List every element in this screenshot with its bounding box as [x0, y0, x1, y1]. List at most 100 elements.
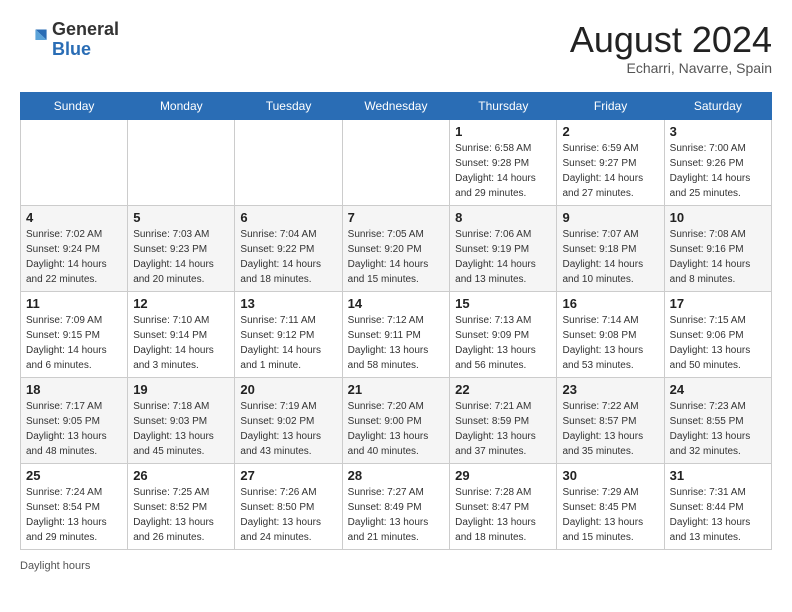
calendar-cell: 9 Sunrise: 7:07 AMSunset: 9:18 PMDaylight…: [557, 205, 664, 291]
day-info: Sunrise: 7:25 AMSunset: 8:52 PMDaylight:…: [133, 485, 229, 545]
day-number: 11: [26, 296, 122, 311]
calendar-cell: [21, 119, 128, 205]
day-number: 22: [455, 382, 551, 397]
calendar-week-row: 11 Sunrise: 7:09 AMSunset: 9:15 PMDayligh…: [21, 291, 772, 377]
day-info: Sunrise: 7:11 AMSunset: 9:12 PMDaylight:…: [240, 313, 336, 373]
day-of-week-header: Monday: [128, 92, 235, 119]
day-number: 8: [455, 210, 551, 225]
day-info: Sunrise: 7:12 AMSunset: 9:11 PMDaylight:…: [348, 313, 445, 373]
calendar-cell: 1 Sunrise: 6:58 AMSunset: 9:28 PMDaylight…: [450, 119, 557, 205]
day-info: Sunrise: 7:00 AMSunset: 9:26 PMDaylight:…: [670, 141, 766, 201]
day-number: 30: [562, 468, 658, 483]
day-number: 21: [348, 382, 445, 397]
calendar-week-row: 25 Sunrise: 7:24 AMSunset: 8:54 PMDayligh…: [21, 463, 772, 549]
day-number: 23: [562, 382, 658, 397]
day-number: 15: [455, 296, 551, 311]
calendar-cell: 23 Sunrise: 7:22 AMSunset: 8:57 PMDayligh…: [557, 377, 664, 463]
day-info: Sunrise: 7:22 AMSunset: 8:57 PMDaylight:…: [562, 399, 658, 459]
day-number: 26: [133, 468, 229, 483]
day-info: Sunrise: 6:59 AMSunset: 9:27 PMDaylight:…: [562, 141, 658, 201]
day-number: 6: [240, 210, 336, 225]
calendar-cell: 8Sunrise: 7:06 AMSunset: 9:19 PMDaylight…: [450, 205, 557, 291]
day-number: 2: [562, 124, 658, 139]
calendar-cell: 29 Sunrise: 7:28 AMSunset: 8:47 PMDayligh…: [450, 463, 557, 549]
day-number: 25: [26, 468, 122, 483]
calendar-cell: 2 Sunrise: 6:59 AMSunset: 9:27 PMDaylight…: [557, 119, 664, 205]
day-number: 19: [133, 382, 229, 397]
day-number: 18: [26, 382, 122, 397]
day-info: Sunrise: 7:28 AMSunset: 8:47 PMDaylight:…: [455, 485, 551, 545]
day-number: 31: [670, 468, 766, 483]
day-info: Sunrise: 7:09 AMSunset: 9:15 PMDaylight:…: [26, 313, 122, 373]
day-info: Sunrise: 7:31 AMSunset: 8:44 PMDaylight:…: [670, 485, 766, 545]
calendar-cell: 16Sunrise: 7:14 AMSunset: 9:08 PMDayligh…: [557, 291, 664, 377]
calendar-cell: 11 Sunrise: 7:09 AMSunset: 9:15 PMDayligh…: [21, 291, 128, 377]
day-number: 5: [133, 210, 229, 225]
day-info: Sunrise: 7:10 AMSunset: 9:14 PMDaylight:…: [133, 313, 229, 373]
day-number: 14: [348, 296, 445, 311]
calendar-cell: 31 Sunrise: 7:31 AMSunset: 8:44 PMDayligh…: [664, 463, 771, 549]
day-number: 4: [26, 210, 122, 225]
day-info: Sunrise: 7:04 AMSunset: 9:22 PMDaylight:…: [240, 227, 336, 287]
day-info: Sunrise: 7:13 AMSunset: 9:09 PMDaylight:…: [455, 313, 551, 373]
day-of-week-header: Thursday: [450, 92, 557, 119]
day-info: Sunrise: 7:17 AMSunset: 9:05 PMDaylight:…: [26, 399, 122, 459]
day-number: 10: [670, 210, 766, 225]
calendar-cell: 13Sunrise: 7:11 AMSunset: 9:12 PMDayligh…: [235, 291, 342, 377]
day-info: Sunrise: 7:15 AMSunset: 9:06 PMDaylight:…: [670, 313, 766, 373]
calendar-cell: 7Sunrise: 7:05 AMSunset: 9:20 PMDaylight…: [342, 205, 450, 291]
day-info: Sunrise: 7:27 AMSunset: 8:49 PMDaylight:…: [348, 485, 445, 545]
location-subtitle: Echarri, Navarre, Spain: [570, 60, 772, 76]
calendar-cell: 25 Sunrise: 7:24 AMSunset: 8:54 PMDayligh…: [21, 463, 128, 549]
day-number: 27: [240, 468, 336, 483]
day-info: Sunrise: 6:58 AMSunset: 9:28 PMDaylight:…: [455, 141, 551, 201]
calendar-body: 1 Sunrise: 6:58 AMSunset: 9:28 PMDaylight…: [21, 119, 772, 549]
day-info: Sunrise: 7:07 AMSunset: 9:18 PMDaylight:…: [562, 227, 658, 287]
page-header: General Blue August 2024 Echarri, Navarr…: [20, 20, 772, 76]
day-number: 28: [348, 468, 445, 483]
calendar-cell: 4 Sunrise: 7:02 AMSunset: 9:24 PMDaylight…: [21, 205, 128, 291]
day-number: 24: [670, 382, 766, 397]
calendar-cell: 3Sunrise: 7:00 AMSunset: 9:26 PMDaylight…: [664, 119, 771, 205]
calendar-cell: 18 Sunrise: 7:17 AMSunset: 9:05 PMDayligh…: [21, 377, 128, 463]
footer: Daylight hours: [20, 560, 772, 572]
day-of-week-header: Saturday: [664, 92, 771, 119]
day-info: Sunrise: 7:05 AMSunset: 9:20 PMDaylight:…: [348, 227, 445, 287]
calendar-cell: 28 Sunrise: 7:27 AMSunset: 8:49 PMDayligh…: [342, 463, 450, 549]
logo-icon: [20, 26, 48, 54]
calendar-cell: 5Sunrise: 7:03 AMSunset: 9:23 PMDaylight…: [128, 205, 235, 291]
day-number: 12: [133, 296, 229, 311]
day-number: 9: [562, 210, 658, 225]
calendar-cell: 14 Sunrise: 7:12 AMSunset: 9:11 PMDayligh…: [342, 291, 450, 377]
calendar-cell: 20Sunrise: 7:19 AMSunset: 9:02 PMDayligh…: [235, 377, 342, 463]
days-of-week-row: SundayMondayTuesdayWednesdayThursdayFrid…: [21, 92, 772, 119]
calendar-cell: 22 Sunrise: 7:21 AMSunset: 8:59 PMDayligh…: [450, 377, 557, 463]
calendar-cell: [342, 119, 450, 205]
day-number: 29: [455, 468, 551, 483]
logo: General Blue: [20, 20, 119, 60]
logo-text: General Blue: [52, 20, 119, 60]
logo-blue-text: Blue: [52, 39, 91, 59]
day-info: Sunrise: 7:08 AMSunset: 9:16 PMDaylight:…: [670, 227, 766, 287]
calendar-cell: 21Sunrise: 7:20 AMSunset: 9:00 PMDayligh…: [342, 377, 450, 463]
day-of-week-header: Wednesday: [342, 92, 450, 119]
day-info: Sunrise: 7:29 AMSunset: 8:45 PMDaylight:…: [562, 485, 658, 545]
calendar-cell: [235, 119, 342, 205]
calendar-week-row: 4 Sunrise: 7:02 AMSunset: 9:24 PMDaylight…: [21, 205, 772, 291]
calendar-cell: 12 Sunrise: 7:10 AMSunset: 9:14 PMDayligh…: [128, 291, 235, 377]
day-number: 1: [455, 124, 551, 139]
day-info: Sunrise: 7:21 AMSunset: 8:59 PMDaylight:…: [455, 399, 551, 459]
day-info: Sunrise: 7:24 AMSunset: 8:54 PMDaylight:…: [26, 485, 122, 545]
calendar-table: SundayMondayTuesdayWednesdayThursdayFrid…: [20, 92, 772, 550]
day-of-week-header: Tuesday: [235, 92, 342, 119]
calendar-cell: 26 Sunrise: 7:25 AMSunset: 8:52 PMDayligh…: [128, 463, 235, 549]
day-of-week-header: Friday: [557, 92, 664, 119]
day-info: Sunrise: 7:23 AMSunset: 8:55 PMDaylight:…: [670, 399, 766, 459]
calendar-cell: 15 Sunrise: 7:13 AMSunset: 9:09 PMDayligh…: [450, 291, 557, 377]
day-number: 16: [562, 296, 658, 311]
day-info: Sunrise: 7:18 AMSunset: 9:03 PMDaylight:…: [133, 399, 229, 459]
calendar-header: SundayMondayTuesdayWednesdayThursdayFrid…: [21, 92, 772, 119]
calendar-week-row: 18 Sunrise: 7:17 AMSunset: 9:05 PMDayligh…: [21, 377, 772, 463]
month-title: August 2024: [570, 20, 772, 60]
day-info: Sunrise: 7:02 AMSunset: 9:24 PMDaylight:…: [26, 227, 122, 287]
